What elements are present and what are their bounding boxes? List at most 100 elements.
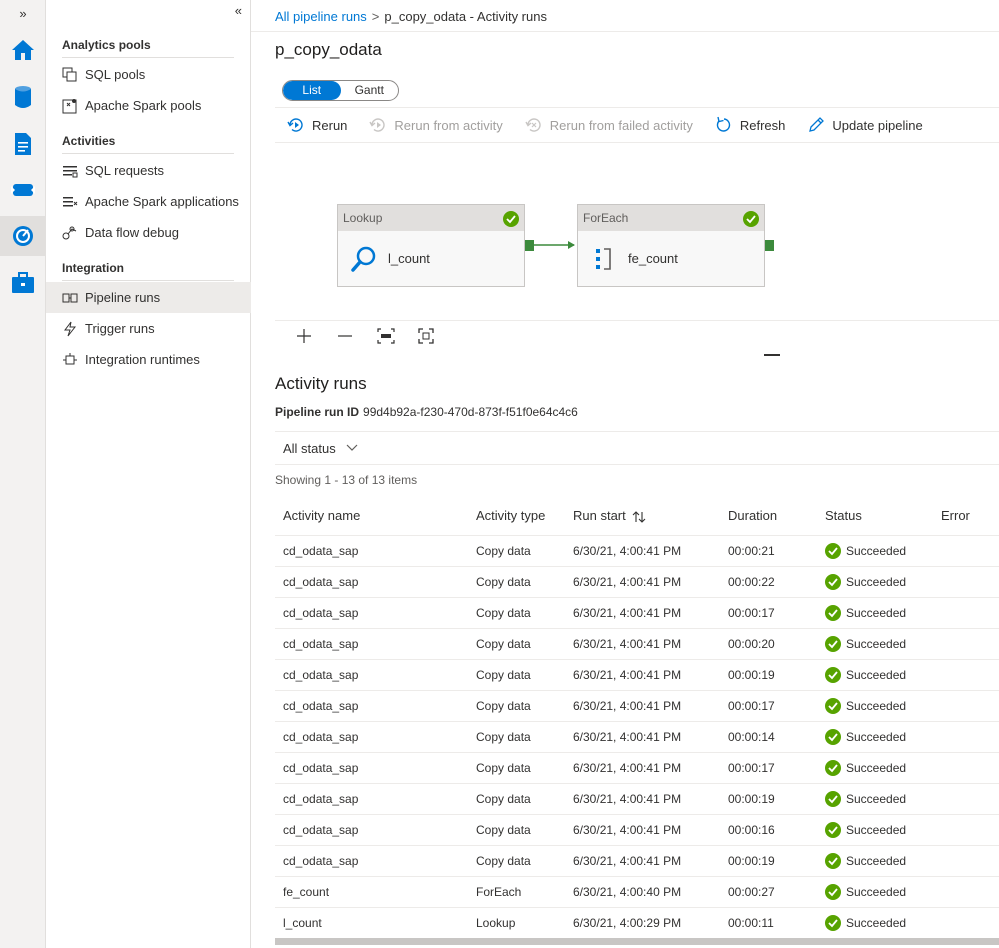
- cell-activity-name[interactable]: cd_odata_sap: [275, 566, 476, 598]
- table-row[interactable]: cd_odata_sap Copy data 6/30/21, 4:00:41 PM…: [275, 752, 999, 784]
- breadcrumb-link-all-pipeline-runs[interactable]: All pipeline runs: [275, 9, 367, 24]
- items-count: Showing 1 - 13 of 13 items: [275, 473, 418, 487]
- zoom-in-icon[interactable]: [292, 325, 316, 347]
- collapse-icon[interactable]: «: [235, 3, 242, 18]
- rerun-button[interactable]: Rerun: [287, 117, 347, 133]
- sidebar-item-sql-requests[interactable]: SQL requests: [46, 155, 251, 186]
- status-filter[interactable]: All status: [275, 431, 999, 465]
- column-header-run-start[interactable]: Run start: [573, 497, 728, 536]
- cell-activity-name[interactable]: cd_odata_sap: [275, 814, 476, 846]
- zoom-100-icon[interactable]: [374, 325, 398, 347]
- cell-activity-name[interactable]: cd_odata_sap: [275, 721, 476, 753]
- spark-applications-icon: [61, 194, 79, 210]
- activity-node-foreach[interactable]: ForEach fe_count: [577, 204, 765, 287]
- rerun-from-failed-label: Rerun from failed activity: [549, 117, 693, 133]
- monitor-icon[interactable]: [0, 216, 46, 256]
- cell-activity-name[interactable]: cd_odata_sap: [275, 783, 476, 815]
- column-header-duration[interactable]: Duration: [728, 497, 825, 536]
- cell-activity-name[interactable]: fe_count: [275, 876, 476, 908]
- tab-list[interactable]: List: [283, 81, 341, 100]
- output-port[interactable]: [765, 240, 774, 251]
- rerun-from-activity-button[interactable]: Rerun from activity: [369, 117, 503, 133]
- sidebar-item-data-flow-debug[interactable]: Data flow debug: [46, 217, 251, 248]
- cell-run-start: 6/30/21, 4:00:41 PM: [573, 783, 728, 815]
- integration-runtimes-icon: [61, 352, 79, 368]
- cell-error: [941, 628, 999, 660]
- cell-activity-name[interactable]: cd_odata_sap: [275, 845, 476, 877]
- cell-run-start: 6/30/21, 4:00:41 PM: [573, 752, 728, 784]
- pipeline-run-id: Pipeline run ID 99d4b92a-f230-470d-873f-f…: [275, 405, 578, 419]
- cell-duration: 00:00:19: [728, 845, 825, 877]
- table-row[interactable]: cd_odata_sap Copy data 6/30/21, 4:00:41 PM…: [275, 659, 999, 691]
- status-label: Succeeded: [846, 698, 907, 713]
- cell-activity-name[interactable]: cd_odata_sap: [275, 659, 476, 691]
- divider: [62, 153, 234, 154]
- table-row[interactable]: cd_odata_sap Copy data 6/30/21, 4:00:41 PM…: [275, 535, 999, 567]
- table-row[interactable]: cd_odata_sap Copy data 6/30/21, 4:00:41 PM…: [275, 845, 999, 877]
- cell-duration: 00:00:16: [728, 814, 825, 846]
- toolbar: Rerun Rerun from activity Rerun from fai…: [275, 107, 999, 143]
- fit-to-screen-icon[interactable]: [414, 325, 438, 347]
- status-label: Succeeded: [846, 915, 907, 930]
- output-port[interactable]: [525, 240, 534, 251]
- table-row[interactable]: cd_odata_sap Copy data 6/30/21, 4:00:41 PM…: [275, 814, 999, 846]
- cell-error: [941, 845, 999, 877]
- develop-icon[interactable]: [0, 124, 46, 164]
- expand-icon[interactable]: »: [0, 2, 46, 26]
- sql-pools-icon: [61, 67, 79, 83]
- cell-activity-type: ForEach: [476, 876, 573, 908]
- horizontal-scrollbar[interactable]: [275, 938, 999, 945]
- cell-activity-name[interactable]: cd_odata_sap: [275, 535, 476, 567]
- cell-activity-type: Copy data: [476, 597, 573, 629]
- home-icon[interactable]: [0, 30, 46, 70]
- sidebar-item-spark-pools[interactable]: Apache Spark pools: [46, 90, 251, 121]
- cell-activity-name[interactable]: cd_odata_sap: [275, 752, 476, 784]
- sidebar-item-pipeline-runs[interactable]: Pipeline runs: [46, 282, 251, 313]
- cell-duration: 00:00:21: [728, 535, 825, 567]
- column-header-activity-name[interactable]: Activity name: [275, 497, 476, 536]
- cell-duration: 00:00:14: [728, 721, 825, 753]
- table-row[interactable]: cd_odata_sap Copy data 6/30/21, 4:00:41 PM…: [275, 721, 999, 753]
- table-row[interactable]: cd_odata_sap Copy data 6/30/21, 4:00:41 PM…: [275, 783, 999, 815]
- sidebar-item-sql-pools[interactable]: SQL pools: [46, 59, 251, 90]
- activity-node-lookup[interactable]: Lookup l_count: [337, 204, 525, 287]
- rerun-from-activity-label: Rerun from activity: [394, 117, 503, 133]
- cell-activity-type: Copy data: [476, 845, 573, 877]
- table-header-row: Activity name Activity type Run start Du…: [275, 497, 999, 536]
- sidebar-item-integration-runtimes[interactable]: Integration runtimes: [46, 344, 251, 375]
- cell-activity-name[interactable]: l_count: [275, 907, 476, 939]
- column-header-activity-type[interactable]: Activity type: [476, 497, 573, 536]
- table-row[interactable]: cd_odata_sap Copy data 6/30/21, 4:00:41 PM…: [275, 628, 999, 660]
- zoom-out-icon[interactable]: [333, 325, 357, 347]
- lookup-icon: [350, 245, 380, 273]
- tab-gantt[interactable]: Gantt: [341, 81, 399, 100]
- success-check-icon: [825, 604, 841, 621]
- refresh-button[interactable]: Refresh: [715, 116, 785, 134]
- pipeline-canvas[interactable]: Lookup l_count ForEach fe_count: [275, 143, 999, 320]
- cell-run-start: 6/30/21, 4:00:41 PM: [573, 659, 728, 691]
- rerun-from-failed-button[interactable]: Rerun from failed activity: [525, 117, 693, 133]
- column-header-status[interactable]: Status: [825, 497, 941, 536]
- trigger-runs-icon: [61, 321, 79, 337]
- sidebar-item-spark-applications[interactable]: Apache Spark applications: [46, 186, 251, 217]
- cell-run-start: 6/30/21, 4:00:41 PM: [573, 721, 728, 753]
- update-pipeline-button[interactable]: Update pipeline: [807, 116, 923, 134]
- sidebar-item-trigger-runs[interactable]: Trigger runs: [46, 313, 251, 344]
- cell-activity-name[interactable]: cd_odata_sap: [275, 597, 476, 629]
- table-row[interactable]: cd_odata_sap Copy data 6/30/21, 4:00:41 PM…: [275, 597, 999, 629]
- table-row[interactable]: l_count Lookup 6/30/21, 4:00:29 PM 00:00:11…: [275, 907, 999, 939]
- cell-activity-name[interactable]: cd_odata_sap: [275, 628, 476, 660]
- data-icon[interactable]: [0, 77, 46, 117]
- cell-activity-name[interactable]: cd_odata_sap: [275, 690, 476, 722]
- cell-duration: 00:00:17: [728, 690, 825, 722]
- success-check-icon: [503, 210, 519, 236]
- integrate-icon[interactable]: [0, 170, 46, 210]
- table-row[interactable]: cd_odata_sap Copy data 6/30/21, 4:00:41 PM…: [275, 566, 999, 598]
- column-header-error[interactable]: Error: [941, 497, 999, 536]
- pane-splitter[interactable]: [764, 354, 780, 356]
- table-row[interactable]: cd_odata_sap Copy data 6/30/21, 4:00:41 PM…: [275, 690, 999, 722]
- node-name-label: l_count: [388, 251, 430, 266]
- cell-error: [941, 721, 999, 753]
- table-row[interactable]: fe_count ForEach 6/30/21, 4:00:40 PM 00:00:…: [275, 876, 999, 908]
- manage-icon[interactable]: [0, 263, 46, 303]
